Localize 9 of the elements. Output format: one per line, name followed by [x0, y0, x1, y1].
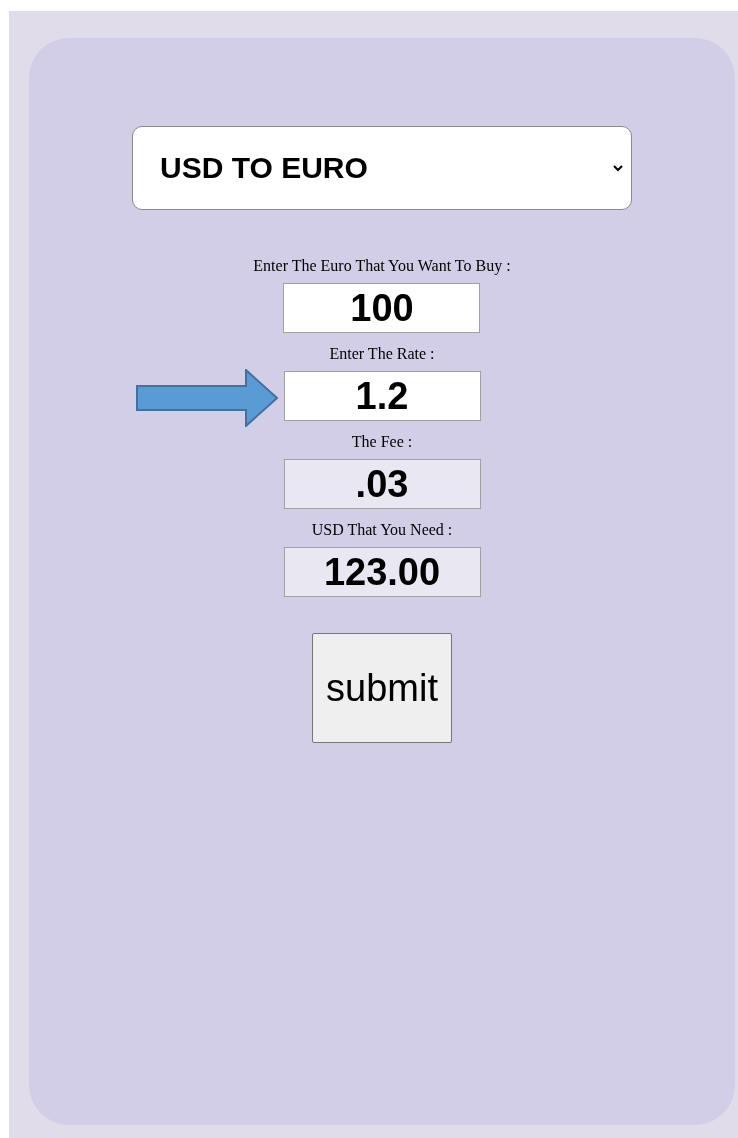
number-field[interactable]: 1.2 — [283, 371, 481, 421]
chevron-down-icon — [613, 164, 623, 172]
field-label: USD That You Need : — [311, 521, 453, 539]
field-label: The Fee : — [351, 433, 413, 451]
field-label: Enter The Rate : — [329, 345, 435, 363]
number-field[interactable]: 100 — [283, 283, 481, 333]
conversion-select[interactable]: USD TO EURO — [132, 126, 632, 210]
field-label: Enter The Euro That You Want To Buy : — [253, 257, 511, 275]
submit-button[interactable]: submit — [312, 633, 452, 743]
